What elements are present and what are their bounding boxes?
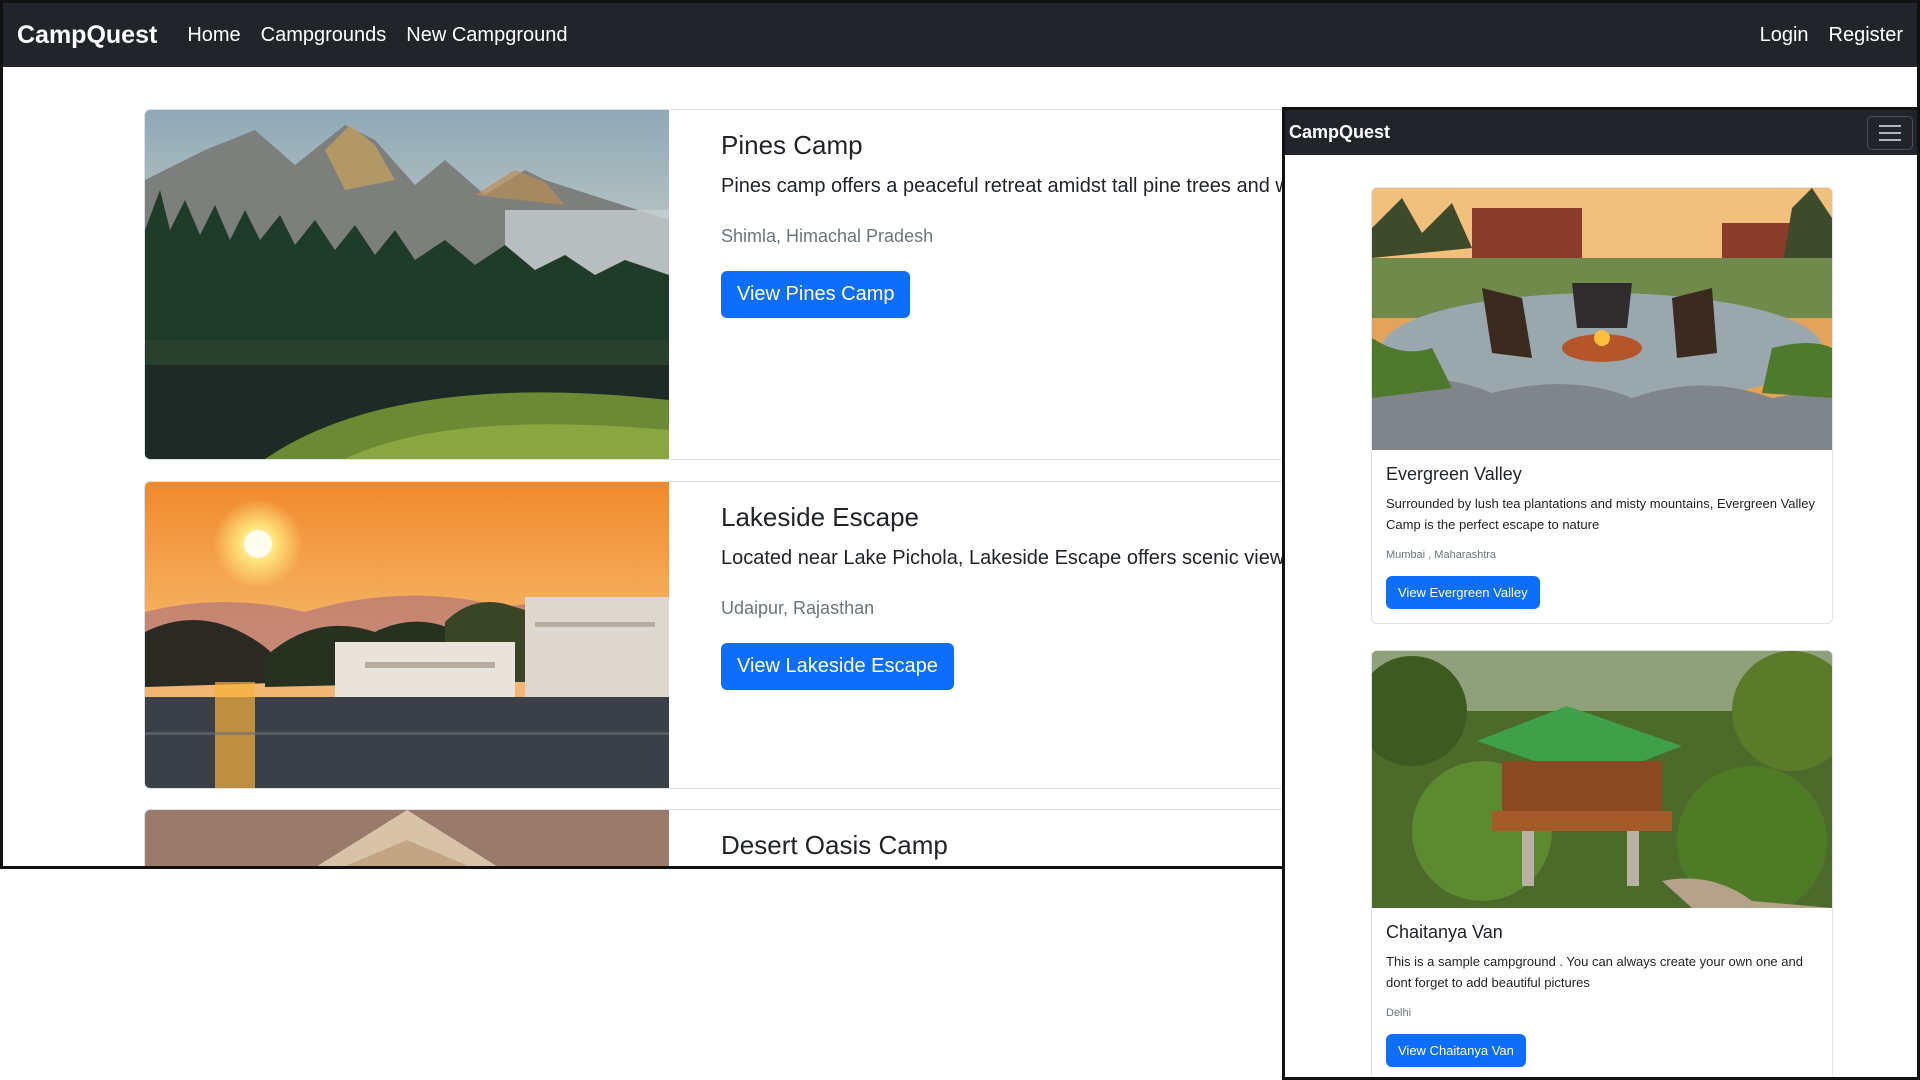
card-body: Chaitanya Van This is a sample campgroun… xyxy=(1372,908,1832,1077)
card-description: Surrounded by lush tea plantations and m… xyxy=(1386,496,1816,532)
view-campground-button[interactable]: View Lakeside Escape xyxy=(721,643,954,690)
nav-home[interactable]: Home xyxy=(187,24,240,47)
campground-image xyxy=(145,810,669,866)
nav-campgrounds[interactable]: Campgrounds xyxy=(261,24,387,47)
card-location: Shimla, Himachal Pradesh xyxy=(721,226,934,246)
card-description: This is a sample campground . You can al… xyxy=(1386,954,1803,990)
navbar: CampQuest Home Campgrounds New Campgroun… xyxy=(3,3,1917,67)
view-campground-button[interactable]: View Evergreen Valley xyxy=(1386,576,1540,609)
card-title: Chaitanya Van xyxy=(1386,922,1503,942)
card-description: Pines camp offers a peaceful retreat ami… xyxy=(721,175,1290,197)
card-location: Mumbai , Maharashtra xyxy=(1386,549,1497,561)
brand-logo[interactable]: CampQuest xyxy=(1289,122,1390,143)
card-location: Udaipur, Rajasthan xyxy=(721,598,875,618)
nav-new-campground[interactable]: New Campground xyxy=(406,24,567,47)
nav-register[interactable]: Register xyxy=(1829,24,1903,47)
card-description: Located near Lake Pichola, Lakeside Esca… xyxy=(721,547,1310,569)
brand-logo[interactable]: CampQuest xyxy=(17,21,157,50)
campground-image xyxy=(1372,651,1832,908)
campground-card: Chaitanya Van This is a sample campgroun… xyxy=(1371,650,1833,1077)
view-campground-button[interactable]: View Chaitanya Van xyxy=(1386,1034,1526,1067)
nav-login[interactable]: Login xyxy=(1760,24,1809,47)
card-body: Evergreen Valley Surrounded by lush tea … xyxy=(1372,450,1832,623)
hamburger-menu-icon[interactable] xyxy=(1867,115,1913,150)
campground-image xyxy=(1372,188,1832,450)
card-title: Pines Camp xyxy=(721,130,863,160)
card-title: Lakeside Escape xyxy=(721,502,920,532)
card-title: Evergreen Valley xyxy=(1386,464,1522,484)
card-location: Delhi xyxy=(1386,1007,1412,1019)
campground-image xyxy=(145,482,669,788)
campground-card: Evergreen Valley Surrounded by lush tea … xyxy=(1371,187,1833,624)
campground-image xyxy=(145,110,669,459)
mobile-navbar: CampQuest xyxy=(1285,110,1917,155)
card-title: Desert Oasis Camp xyxy=(721,830,948,860)
view-campground-button[interactable]: View Pines Camp xyxy=(721,271,911,318)
mobile-window: CampQuest Evergreen Valley Surrounded by… xyxy=(1282,107,1920,1080)
